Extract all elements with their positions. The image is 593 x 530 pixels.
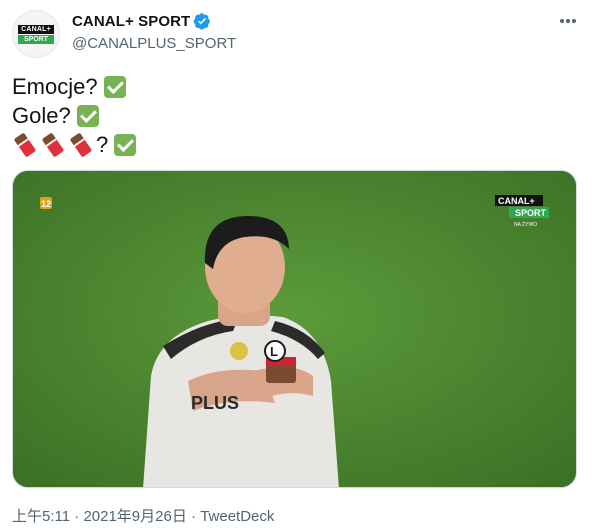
tweet-date[interactable]: 2021年9月26日 [83, 508, 186, 525]
jersey-sponsor-text: PLUS [191, 393, 239, 413]
more-options-button[interactable] [557, 12, 579, 30]
author-display-name[interactable]: CANAL+ SPORT [72, 13, 190, 30]
chocolate-bar-icon [42, 132, 64, 157]
tweet-line: Gole? [12, 101, 136, 130]
tweet-line-text: Gole? [12, 103, 71, 128]
chocolate-bar-icon [14, 132, 36, 157]
broadcaster-logo-line1: CANAL+ [498, 196, 535, 206]
chocolate-bar-icon [70, 132, 92, 157]
tweet-media-video[interactable]: PLUS L 12 CANAL+ SPORT NA ŻYWO [12, 170, 577, 488]
check-mark-button-icon [114, 133, 137, 156]
video-frame: PLUS L 12 CANAL+ SPORT NA ŻYWO [13, 171, 576, 487]
avatar-logo-line1: CANAL+ [18, 24, 54, 34]
separator-dot: · [70, 508, 84, 525]
avatar[interactable]: CANAL+ SPORT [12, 10, 60, 58]
more-horizontal-icon [560, 19, 576, 23]
tweet-line: ? [12, 130, 137, 159]
check-mark-button-icon [103, 75, 126, 98]
age-rating-text: 12 [41, 199, 51, 209]
crest-letter: L [270, 344, 278, 359]
tweet-timestamp-row: 上午5:11 · 2021年9月26日 · TweetDeck [12, 505, 274, 526]
canal-plus-sport-logo: CANAL+ SPORT [18, 24, 54, 44]
author-name-row: CANAL+ SPORT [72, 12, 211, 30]
check-mark-button-icon [76, 104, 99, 127]
tweet-source[interactable]: TweetDeck [200, 508, 274, 525]
verified-badge-icon [193, 13, 211, 30]
tweet-line-text: Emocje? [12, 74, 98, 99]
tweet-time[interactable]: 上午5:11 [12, 508, 70, 525]
tweet-text: Emocje? Gole? ? [12, 72, 137, 159]
broadcaster-logo-sub: NA ŻYWO [514, 221, 537, 228]
avatar-logo-line2: SPORT [18, 34, 54, 44]
author-handle[interactable]: @CANALPLUS_SPORT [72, 35, 236, 52]
separator-dot: · [186, 508, 201, 525]
broadcaster-logo-line2: SPORT [515, 208, 547, 218]
tweet-line: Emocje? [12, 72, 136, 101]
tweet-line-text: ? [96, 132, 109, 157]
